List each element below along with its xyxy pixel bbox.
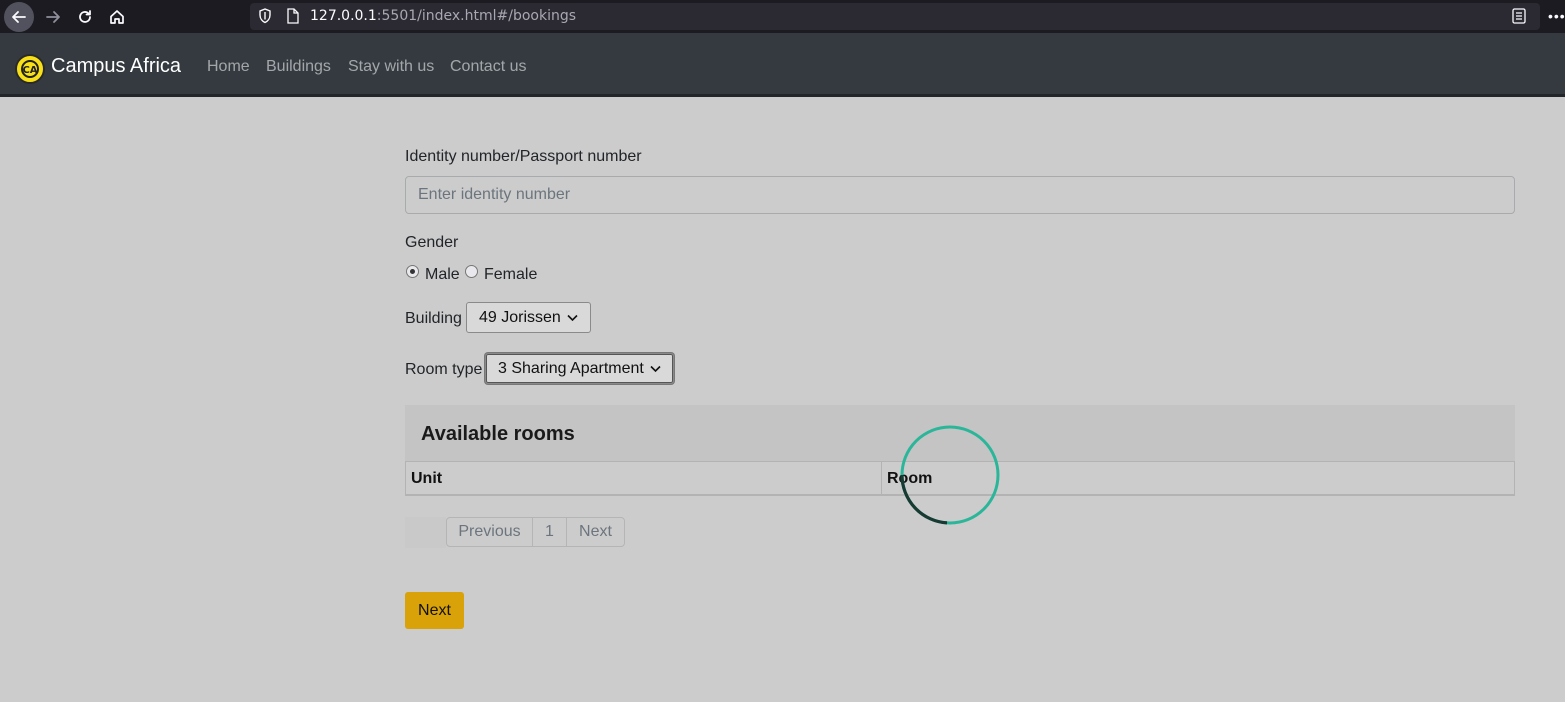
navbar: CA Campus Africa Home Buildings Stay wit… (0, 33, 1565, 97)
svg-text:CA: CA (22, 65, 37, 76)
browser-toolbar: 127.0.0.1:5501/index.html#/bookings ••• (0, 0, 1565, 33)
gender-male-radio[interactable] (406, 265, 419, 278)
column-header-unit[interactable]: Unit (406, 462, 882, 495)
building-select-value: 49 Jorissen (479, 308, 561, 326)
room-type-select[interactable]: 3 Sharing Apartment (485, 353, 674, 384)
loading-spinner (900, 425, 1000, 525)
available-rooms-title: Available rooms (421, 423, 575, 445)
pagination-spacer (405, 517, 446, 548)
gender-male-label[interactable]: Male (425, 266, 460, 284)
room-type-select-value: 3 Sharing Apartment (498, 359, 644, 377)
pagination-page-1[interactable]: 1 (532, 517, 567, 547)
identity-label: Identity number/Passport number (405, 148, 642, 165)
nav-link-home[interactable]: Home (207, 58, 250, 76)
gender-female-radio[interactable] (465, 265, 478, 278)
back-icon[interactable] (4, 2, 34, 32)
reload-icon[interactable] (70, 2, 100, 32)
reader-icon[interactable] (1512, 8, 1526, 29)
gender-label: Gender (405, 234, 459, 251)
shield-icon[interactable] (258, 8, 272, 29)
gender-female-label[interactable]: Female (484, 266, 537, 284)
page-icon[interactable] (286, 8, 299, 29)
home-icon[interactable] (102, 2, 132, 32)
nav-link-buildings[interactable]: Buildings (266, 58, 331, 76)
overflow-icon[interactable]: ••• (1548, 8, 1565, 24)
room-type-label: Room type (405, 361, 483, 378)
campus-africa-logo[interactable]: CA (15, 54, 45, 84)
forward-icon[interactable] (38, 2, 68, 32)
nav-link-contact-us[interactable]: Contact us (450, 58, 526, 76)
chevron-down-icon (567, 314, 578, 321)
brand-name[interactable]: Campus Africa (51, 55, 181, 78)
url-bar[interactable]: 127.0.0.1:5501/index.html#/bookings (250, 3, 1540, 30)
building-select[interactable]: 49 Jorissen (466, 302, 591, 333)
building-label: Building (405, 310, 462, 327)
identity-number-input[interactable] (405, 176, 1515, 214)
chevron-down-icon (650, 365, 661, 372)
pagination-previous[interactable]: Previous (446, 517, 533, 547)
nav-link-stay-with-us[interactable]: Stay with us (348, 58, 434, 76)
pagination-next[interactable]: Next (566, 517, 625, 547)
url-text[interactable]: 127.0.0.1:5501/index.html#/bookings (310, 8, 576, 24)
next-button[interactable]: Next (405, 592, 464, 629)
